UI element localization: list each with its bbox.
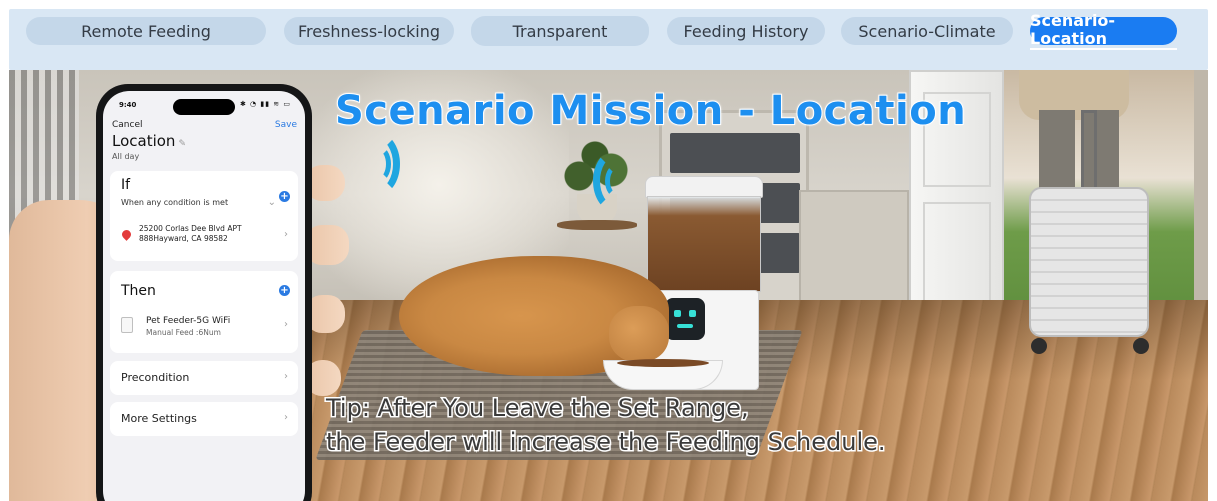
chevron-right-icon[interactable]: › <box>284 229 288 240</box>
pet-feeder-device-icon <box>121 317 133 333</box>
location-pin-icon <box>120 228 133 241</box>
feature-tab-bar: Remote Feeding Freshness-locking Transpa… <box>9 9 1208 70</box>
feeder-eye <box>674 310 681 317</box>
condition-mode[interactable]: When any condition is met <box>121 198 228 207</box>
tab-label: Transparent <box>512 21 608 41</box>
feeder-face-display <box>665 298 705 340</box>
banner-tip-line1: Tip: After You Leave the Set Range, <box>325 393 751 424</box>
feeder-lid <box>645 176 763 198</box>
tab-label: Remote Feeding <box>81 21 211 41</box>
then-title: Then <box>121 283 156 299</box>
precondition-label: Precondition <box>121 371 190 384</box>
chevron-down-icon[interactable]: ⌄ <box>268 197 276 208</box>
cat-head <box>609 306 669 362</box>
chevron-right-icon[interactable]: › <box>284 319 288 330</box>
save-button[interactable]: Save <box>275 120 297 130</box>
feeder-food-tank <box>647 196 761 292</box>
scene-title-text: Location <box>112 132 176 150</box>
dynamic-island <box>173 99 235 115</box>
tab-remote-feeding[interactable]: Remote Feeding <box>26 17 266 45</box>
side-table <box>557 220 637 230</box>
banner-tip-line2: the Feeder will increase the Feeding Sch… <box>325 427 888 458</box>
feeder-mouth <box>677 324 693 328</box>
if-card: If When any condition is met ⌄ + 25200 C… <box>110 171 298 261</box>
suitcase-wheel <box>1031 338 1047 354</box>
cancel-button[interactable]: Cancel <box>112 120 143 130</box>
add-action-button[interactable]: + <box>279 285 290 296</box>
condition-address[interactable]: 25200 Corlas Dee Blvd APT 888Hayward, CA… <box>139 224 242 244</box>
tab-label: Freshness-locking <box>297 21 441 41</box>
edit-pencil-icon[interactable]: ✎ <box>178 139 186 149</box>
feeder-eye <box>689 310 696 317</box>
then-card: Then + Pet Feeder-5G WiFi Manual Feed :6… <box>110 271 298 353</box>
tab-feeding-history[interactable]: Feeding History <box>667 17 825 45</box>
tab-label: Scenario-Location <box>1030 12 1177 50</box>
banner-headline: Scenario Mission - Location <box>334 87 967 135</box>
more-settings-row[interactable]: More Settings › <box>110 402 298 436</box>
smartphone: 9:40 ✱ ◔ ▮▮ ≋ ▭ Cancel Save Location ✎ Al… <box>96 84 312 501</box>
product-scene-image: 9:40 ✱ ◔ ▮▮ ≋ ▭ Cancel Save Location ✎ Al… <box>9 70 1208 501</box>
address-line: 25200 Corlas Dee Blvd APT <box>139 224 242 233</box>
status-time: 9:40 <box>119 101 137 109</box>
chevron-right-icon: › <box>284 412 288 423</box>
door-panel <box>923 202 991 312</box>
tab-label: Scenario-Climate <box>858 21 996 41</box>
tab-scenario-climate[interactable]: Scenario-Climate <box>841 17 1013 45</box>
action-device-detail: Manual Feed :6Num <box>146 328 221 337</box>
if-title: If <box>121 177 131 193</box>
schedule-label: All day <box>112 152 140 161</box>
status-icons: ✱ ◔ ▮▮ ≋ ▭ <box>239 100 291 108</box>
chevron-right-icon: › <box>284 371 288 382</box>
shelf-drawer <box>670 133 800 173</box>
tab-transparent[interactable]: Transparent <box>471 16 649 46</box>
tab-freshness-locking[interactable]: Freshness-locking <box>284 17 454 45</box>
suitcase <box>1029 187 1149 337</box>
address-line: 888Hayward, CA 98582 <box>139 234 228 243</box>
scene-title: Location ✎ <box>112 132 186 150</box>
add-condition-button[interactable]: + <box>279 191 290 202</box>
wifi-signal-icon <box>605 164 629 198</box>
bowl-food <box>617 359 709 367</box>
suitcase-wheel <box>1133 338 1149 354</box>
sideboard <box>799 190 909 310</box>
precondition-row[interactable]: Precondition › <box>110 361 298 395</box>
suitcase-handle <box>1081 110 1097 190</box>
more-settings-label: More Settings <box>121 412 197 425</box>
tab-scenario-location[interactable]: Scenario-Location <box>1030 12 1177 50</box>
tab-label: Feeding History <box>683 21 809 41</box>
action-device-name[interactable]: Pet Feeder-5G WiFi <box>146 316 230 326</box>
phone-screen: 9:40 ✱ ◔ ▮▮ ≋ ▭ Cancel Save Location ✎ Al… <box>103 91 305 501</box>
wifi-signal-icon <box>367 146 391 182</box>
